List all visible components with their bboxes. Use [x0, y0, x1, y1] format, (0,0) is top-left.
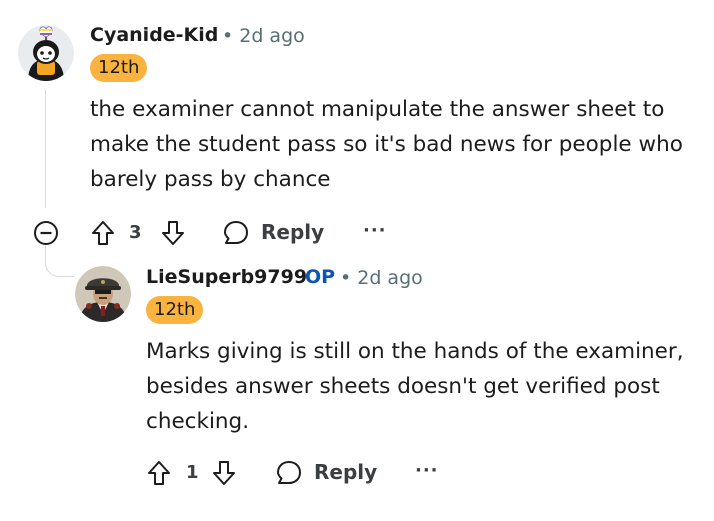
comment-thread: Cyanide-Kid • 2d ago 12th the examiner c…	[0, 0, 714, 521]
thread-connector	[45, 246, 74, 277]
upvote-icon[interactable]	[90, 219, 116, 251]
comment-author[interactable]: LieSuperb9799	[146, 266, 307, 288]
downvote-icon[interactable]	[211, 459, 237, 491]
reply-bubble-icon[interactable]	[275, 459, 303, 491]
upvote-icon[interactable]	[146, 459, 172, 491]
comment-body: the examiner cannot manipulate the answe…	[90, 92, 683, 197]
comment-author[interactable]: Cyanide-Kid	[90, 24, 218, 46]
overflow-menu-icon[interactable]: ···	[363, 220, 387, 241]
op-badge: OP	[305, 266, 336, 288]
user-flair: 12th	[90, 54, 148, 82]
comment-body-line: besides answer sheets doesn't get verifi…	[146, 374, 660, 399]
downvote-icon[interactable]	[160, 219, 186, 251]
comment-body-line: checking.	[146, 409, 250, 434]
user-flair: 12th	[146, 296, 204, 324]
reply-bubble-icon[interactable]	[222, 219, 250, 251]
comment-body-line: the examiner cannot manipulate the answe…	[90, 97, 665, 122]
reply-button[interactable]: Reply	[314, 460, 377, 484]
vote-count: 3	[129, 222, 142, 243]
comment-body-line: Marks giving is still on the hands of th…	[146, 339, 684, 364]
comment-body: Marks giving is still on the hands of th…	[146, 334, 684, 439]
vote-count: 1	[186, 462, 199, 483]
comment-body-line: make the student pass so it's bad news f…	[90, 132, 683, 157]
thread-line	[45, 90, 46, 208]
comment-body-line: barely pass by chance	[90, 167, 331, 192]
avatar[interactable]	[75, 266, 131, 322]
collapse-thread-icon[interactable]	[33, 220, 59, 250]
comment-timestamp: • 2d ago	[340, 267, 423, 289]
comment-timestamp: • 2d ago	[222, 25, 305, 47]
reply-button[interactable]: Reply	[261, 220, 324, 244]
overflow-menu-icon[interactable]: ···	[415, 460, 439, 481]
avatar[interactable]	[18, 25, 74, 81]
